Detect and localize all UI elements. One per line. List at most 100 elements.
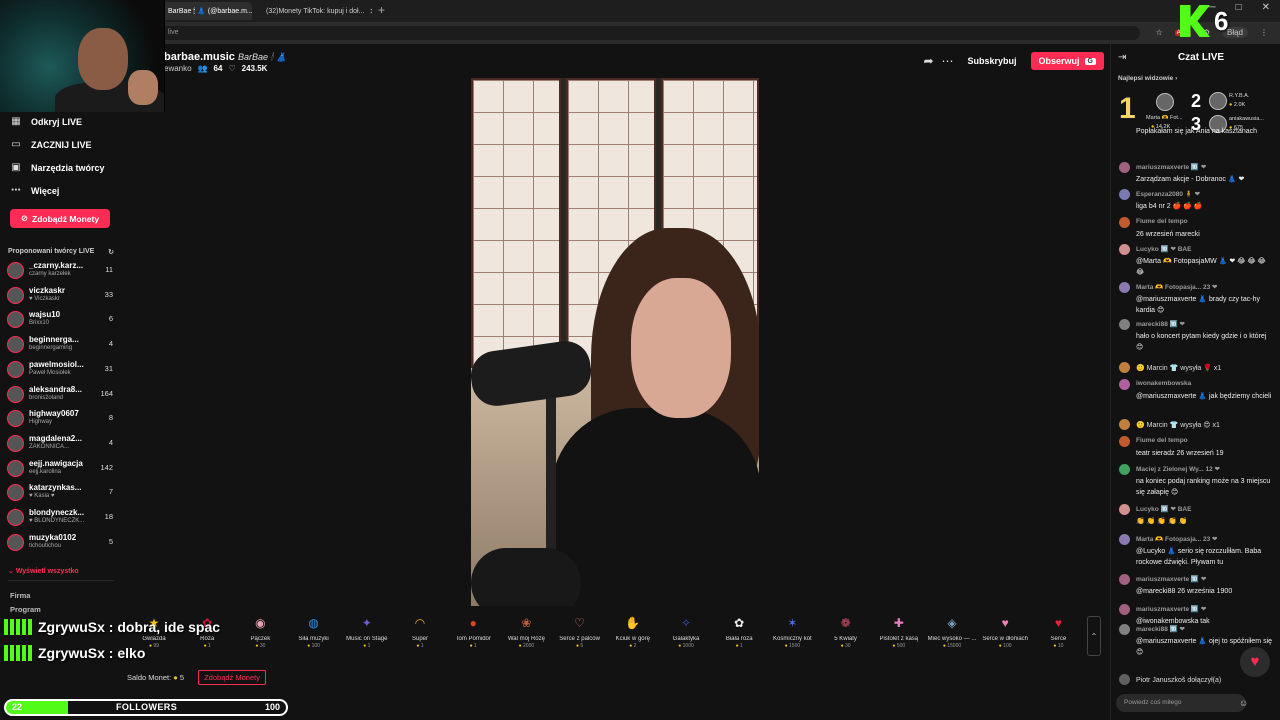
chat-avatar[interactable]	[1119, 244, 1130, 255]
gift-item[interactable]: ✦ Music on Stage1	[341, 614, 393, 649]
chat-avatar[interactable]	[1119, 534, 1130, 545]
creator-subtitle: ZAKONNICA...	[29, 443, 70, 450]
chat-avatar[interactable]	[1119, 189, 1130, 200]
bookmark-star-icon[interactable]: ☆	[1156, 28, 1163, 37]
chat-username[interactable]: Maciej z Zielonej Wy... 12 ❤	[1136, 465, 1220, 473]
chat-avatar[interactable]	[1119, 162, 1130, 173]
chat-avatar[interactable]	[1119, 574, 1130, 585]
suggested-creator[interactable]: blondyneczk... ♥ BLONDYNECZK... 18	[7, 507, 115, 529]
suggested-creator[interactable]: beginnerga... beginnergaming 4	[7, 334, 115, 356]
chat-avatar[interactable]	[1119, 282, 1130, 293]
browser-tab-coins[interactable]: (32)Monety TikTok: kupuj i doł... ✕	[258, 2, 372, 20]
gift-item[interactable]: ● Tom Pomidor1	[447, 614, 499, 649]
gift-item[interactable]: ♥ Serce10	[1032, 614, 1084, 649]
chat-avatar[interactable]	[1119, 624, 1130, 635]
gift-item[interactable]: ✚ Pistolet z kasą500	[873, 614, 925, 649]
chat-avatar[interactable]	[1119, 504, 1130, 515]
chat-username[interactable]: mariuszmaxverte 🔟 ❤	[1136, 163, 1206, 171]
gift-item[interactable]: ✧ Galaktyka1000	[660, 614, 712, 649]
footer-link-program[interactable]: Program	[10, 605, 41, 614]
rank-1-avatar[interactable]	[1156, 93, 1174, 111]
browser-tab-active[interactable]: BarBae 🕯 👗 (@barbae.m... ✕	[160, 2, 252, 20]
suggested-creator[interactable]: pawelmosiol... Paweł Mosiołek 31	[7, 359, 115, 381]
refresh-icon[interactable]: ↻	[108, 248, 114, 256]
gift-item[interactable]: ✿ Biała róża1	[713, 614, 765, 649]
chat-username[interactable]: mariuszmaxverte 🔟 ❤	[1136, 575, 1206, 583]
gift-item[interactable]: ◉ Pączek30	[234, 614, 286, 649]
chat-username[interactable]: marecki88 🔟 ❤	[1136, 625, 1185, 633]
chat-avatar[interactable]	[1119, 217, 1130, 228]
chat-avatar[interactable]	[1119, 464, 1130, 475]
chat-username[interactable]: Lucyko 🔟 ❤ BAE	[1136, 245, 1191, 253]
suggested-creator[interactable]: viczkaskr ♥ Viczkaskr 33	[7, 285, 115, 307]
maximize-icon[interactable]: □	[1236, 2, 1242, 13]
chat-avatar[interactable]	[1119, 604, 1130, 615]
suggested-creator[interactable]: wajsu10 Brixx10 6	[7, 309, 115, 331]
coin-balance-label: Saldo Monet: ● 5	[127, 673, 184, 682]
nav-discover-live[interactable]: ▦ Odkryj LIVE	[10, 116, 82, 127]
suggested-creator[interactable]: eejj.nawigacja eejj.karolina 142	[7, 458, 115, 480]
gift-item[interactable]: ♡ Serce z palców5	[554, 614, 606, 649]
gift-name: Tom Pomidor	[455, 636, 491, 642]
creator-viewer-count: 18	[104, 512, 113, 521]
footer-link-company[interactable]: Firma	[10, 591, 30, 600]
chat-username[interactable]: marecki88 🔟 ❤	[1136, 320, 1185, 328]
chat-avatar[interactable]	[1119, 319, 1130, 330]
gift-price: 30	[234, 643, 286, 649]
followers-goal-bar: 22 FOLLOWERS 100	[4, 699, 288, 716]
new-tab-icon[interactable]: +	[378, 3, 385, 17]
chat-username[interactable]: iwonakembowska	[1136, 380, 1191, 387]
suggested-creator[interactable]: highway0607 Highway 8	[7, 408, 115, 430]
chat-username[interactable]: Marta 🫶 Fotopasja... 23 ❤	[1136, 535, 1217, 543]
gift-item[interactable]: ◈ Mieć wysoko — ...15000	[926, 614, 978, 649]
suggested-creator[interactable]: aleksandra8... bronisżoland 164	[7, 384, 115, 406]
expand-gifts-icon[interactable]: ⌃	[1087, 616, 1101, 656]
follow-button[interactable]: Obserwuj G	[1030, 52, 1104, 70]
gift-item[interactable]: ◍ Siła muzyki100	[288, 614, 340, 649]
gift-item[interactable]: ♥ Serce w dłoniach100	[979, 614, 1031, 649]
chat-username[interactable]: Lucyko 🔟 ❤ BAE	[1136, 505, 1191, 513]
chat-avatar[interactable]	[1119, 362, 1130, 373]
more-options-icon[interactable]: ⋯	[942, 54, 954, 68]
share-icon[interactable]: ➦	[923, 54, 933, 68]
get-coins-small-button[interactable]: Zdobądź Monety	[198, 670, 266, 685]
rank-2-score: 2.0K	[1229, 102, 1245, 108]
rank-2-avatar[interactable]	[1209, 92, 1227, 110]
like-heart-button[interactable]: ♥	[1240, 647, 1270, 677]
nav-creator-tools[interactable]: ▣ Narzędzia twórcy	[10, 162, 105, 173]
gift-item[interactable]: ✋ Kciuk w górę2	[607, 614, 659, 649]
menu-dots-icon[interactable]: ⋮	[1260, 28, 1268, 37]
chat-username[interactable]: Fiume del tempo	[1136, 218, 1188, 225]
suggested-creator[interactable]: magdalena2... ZAKONNICA... 4	[7, 433, 115, 455]
suggested-creator[interactable]: katarzynkas... ♥ Kasia ♥ 7	[7, 482, 115, 504]
chat-avatar[interactable]	[1119, 419, 1130, 430]
emoji-icon[interactable]: ☺	[1239, 698, 1248, 708]
suggested-creator[interactable]: muzyka0102 tichoutichou 5	[7, 532, 115, 554]
close-window-icon[interactable]: ✕	[1262, 2, 1270, 13]
chat-username[interactable]: Fiume del tempo	[1136, 437, 1188, 444]
creator-subtitle: ♥ Kasia ♥	[29, 493, 55, 500]
chat-avatar[interactable]	[1119, 674, 1130, 685]
live-video[interactable]	[471, 78, 759, 606]
nav-more[interactable]: ⋯ Więcej	[10, 185, 59, 196]
subscribe-button[interactable]: Subskrybuj	[962, 52, 1023, 70]
chat-input[interactable]: Powiedz coś miłego	[1116, 694, 1246, 712]
top-viewers-label[interactable]: Najlepsi widzowie ›	[1118, 75, 1177, 82]
chat-username[interactable]: Esperanza2080 🧍 ❤	[1136, 190, 1200, 198]
chat-username[interactable]: mariuszmaxverte 🔟 ❤	[1136, 605, 1206, 613]
nav-label: Narzędzia twórcy	[31, 162, 105, 173]
chat-username[interactable]: Marta 🫶 Fotopasja... 23 ❤	[1136, 283, 1217, 291]
chat-avatar[interactable]	[1119, 379, 1130, 390]
streamer-name[interactable]: barbae.music BarBae 🕯 👗	[164, 51, 287, 63]
suggested-creator[interactable]: _czarny.karz... czarny karzełek 11	[7, 260, 115, 282]
close-tab-icon[interactable]: ✕	[369, 7, 372, 16]
gift-item[interactable]: ✶ Kosmiczny kot1500	[766, 614, 818, 649]
chat-avatar[interactable]	[1119, 436, 1130, 447]
address-bar[interactable]: live	[160, 26, 1140, 40]
nav-start-live[interactable]: ▭ ZACZNIJ LIVE	[10, 139, 91, 150]
get-coins-button[interactable]: ⊘ Zdobądź Monety	[10, 209, 110, 228]
gift-item[interactable]: ❀ Wal mój Różę2000	[500, 614, 552, 649]
show-all-link[interactable]: ⌄ Wyświetl wszystko	[8, 567, 79, 575]
gift-item[interactable]: ◠ Super1	[394, 614, 446, 649]
gift-item[interactable]: ❁ 5 Kwiaty30	[820, 614, 872, 649]
